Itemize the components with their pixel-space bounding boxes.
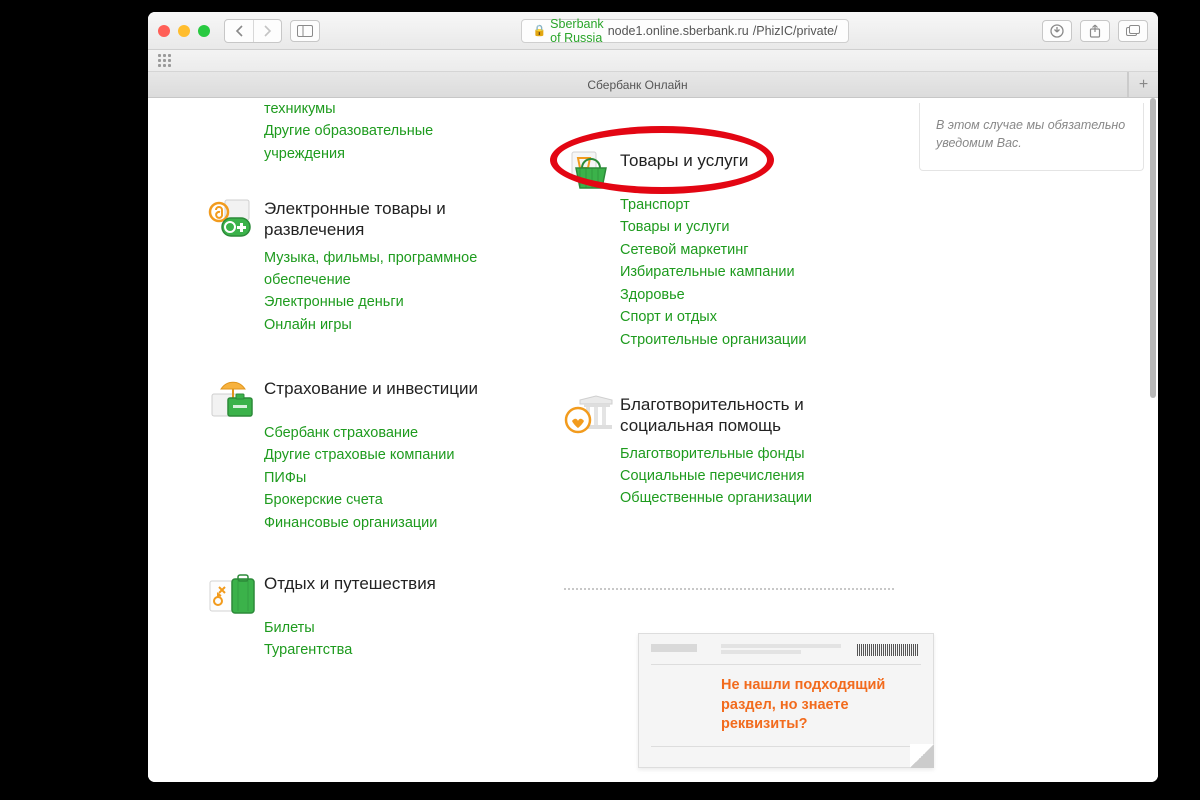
nav-buttons — [224, 19, 282, 43]
link[interactable]: Онлайн игры — [264, 314, 518, 336]
category-title: Страхование и инвестиции — [264, 378, 478, 399]
link[interactable]: Благотворительные фонды — [620, 443, 874, 465]
lock-icon: 🔒 — [532, 24, 546, 37]
url-host: node1.online.sberbank.ru — [608, 24, 749, 38]
link[interactable]: Турагентства — [264, 639, 518, 661]
tab-title: Сбербанк Онлайн — [587, 78, 687, 92]
category-title: Товары и услуги — [620, 150, 748, 171]
link[interactable]: Товары и услуги — [620, 216, 874, 238]
category-title: Благотворительность и социальная помощь — [620, 394, 874, 437]
info-panel-text: В этом случае мы обязательно уведомим Ва… — [936, 117, 1127, 152]
secure-site-label: Sberbank of Russia — [550, 17, 604, 45]
category-title: Отдых и путешествия — [264, 573, 436, 594]
link[interactable]: Строительные организации — [620, 329, 874, 351]
goods-icon — [564, 150, 620, 194]
scrollbar-thumb[interactable] — [1150, 98, 1156, 398]
link[interactable]: Транспорт — [620, 194, 874, 216]
link-tech[interactable]: техникумы — [208, 98, 518, 120]
window-controls — [158, 25, 210, 37]
link[interactable]: ПИФы — [264, 467, 518, 489]
link[interactable]: Электронные деньги — [264, 291, 518, 313]
link[interactable]: Музыка, фильмы, программное обеспечение — [264, 247, 518, 292]
link[interactable]: Сетевой маркетинг — [620, 239, 874, 261]
promo-text: Не нашли подходящий раздел, но знаете ре… — [721, 676, 913, 735]
sidebar-toggle-button[interactable] — [290, 20, 320, 42]
info-panel: В этом случае мы обязательно уведомим Ва… — [919, 103, 1144, 171]
category-entertainment: Электронные товары и развлечения Музыка,… — [208, 198, 518, 336]
link[interactable]: Здоровье — [620, 284, 874, 306]
link[interactable]: Билеты — [264, 617, 518, 639]
page-viewport: В этом случае мы обязательно уведомим Ва… — [148, 98, 1158, 782]
travel-icon — [208, 573, 264, 617]
minimize-window-icon[interactable] — [178, 25, 190, 37]
zoom-window-icon[interactable] — [198, 25, 210, 37]
browser-tab[interactable]: Сбербанк Онлайн — [148, 72, 1128, 97]
favorites-bar — [148, 50, 1158, 72]
link-other-edu[interactable]: Другие образовательные учреждения — [208, 120, 518, 165]
link[interactable]: Избирательные кампании — [620, 261, 874, 283]
link[interactable]: Другие страховые компании — [264, 444, 518, 466]
barcode-icon — [857, 644, 919, 656]
insurance-icon — [208, 378, 264, 422]
promo-card[interactable]: Не нашли подходящий раздел, но знаете ре… — [638, 633, 934, 768]
close-window-icon[interactable] — [158, 25, 170, 37]
link[interactable]: Брокерские счета — [264, 489, 518, 511]
link[interactable]: Социальные перечисления — [620, 465, 874, 487]
divider — [564, 588, 894, 590]
back-button[interactable] — [225, 20, 253, 42]
address-bar[interactable]: 🔒 Sberbank of Russia node1.online.sberba… — [521, 19, 848, 43]
link[interactable]: Общественные организации — [620, 487, 874, 509]
category-insurance: Страхование и инвестиции Сбербанк страхо… — [208, 378, 518, 534]
tabs-button[interactable] — [1118, 20, 1148, 42]
downloads-button[interactable] — [1042, 20, 1072, 42]
orphan-links: техникумы Другие образовательные учрежде… — [208, 98, 518, 165]
scrollbar[interactable] — [1150, 98, 1156, 780]
link[interactable]: Спорт и отдых — [620, 306, 874, 328]
category-travel: Отдых и путешествия Билеты Турагентства — [208, 573, 518, 662]
category-goods: Товары и услуги Транспорт Товары и услуг… — [564, 150, 874, 351]
category-title: Электронные товары и развлечения — [264, 198, 518, 241]
url-path: /PhizIC/private/ — [753, 24, 838, 38]
safari-window: 🔒 Sberbank of Russia node1.online.sberba… — [148, 12, 1158, 782]
entertainment-icon — [208, 198, 264, 242]
browser-toolbar: 🔒 Sberbank of Russia node1.online.sberba… — [148, 12, 1158, 50]
forward-button[interactable] — [253, 20, 281, 42]
page-fold-icon — [910, 744, 934, 768]
tab-bar: Сбербанк Онлайн + — [148, 72, 1158, 98]
new-tab-button[interactable]: + — [1128, 72, 1158, 97]
category-charity: Благотворительность и социальная помощь … — [564, 394, 874, 510]
link[interactable]: Сбербанк страхование — [264, 422, 518, 444]
link[interactable]: Финансовые организации — [264, 512, 518, 534]
share-button[interactable] — [1080, 20, 1110, 42]
charity-icon — [564, 394, 620, 438]
grid-icon[interactable] — [158, 54, 171, 67]
